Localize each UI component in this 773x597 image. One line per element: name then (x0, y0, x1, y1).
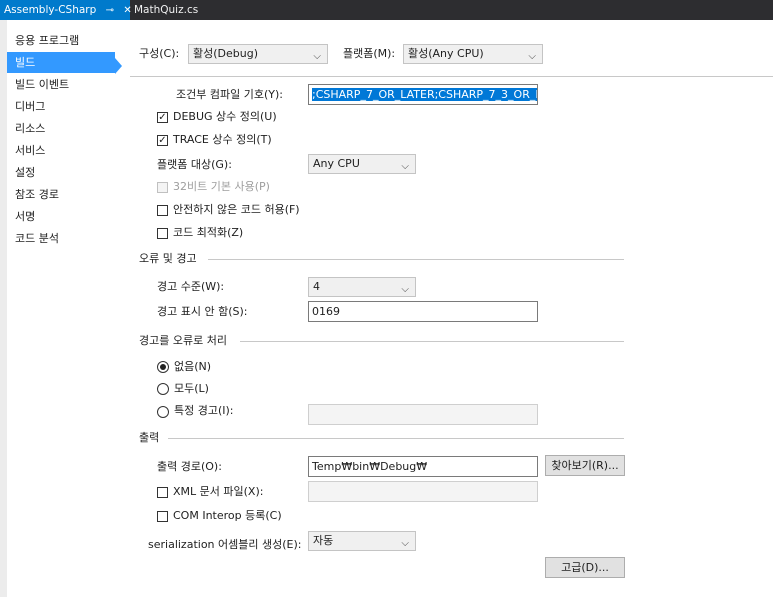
tab-assembly-csharp[interactable]: Assembly-CSharp ⊸ ✕ (0, 0, 132, 20)
tab-label: MathQuiz.cs (134, 4, 199, 16)
nav-item-label: 서비스 (15, 144, 46, 157)
tab-mathquiz[interactable]: MathQuiz.cs (130, 0, 230, 20)
radio-specific[interactable] (157, 406, 169, 418)
platform-value: 활성(Any CPU) (408, 47, 484, 60)
suppress-warnings-value: 0169 (312, 305, 340, 318)
serialization-label: serialization 어셈블리 생성(E): (148, 538, 302, 551)
xml-doc-checkbox[interactable] (157, 487, 168, 498)
errors-divider (208, 259, 624, 260)
nav-item-build[interactable]: 빌드 (7, 52, 115, 73)
nav-item-label: 서명 (15, 210, 36, 223)
platform-dropdown[interactable]: 활성(Any CPU) ⌵ (403, 44, 543, 64)
check-icon: ✓ (158, 112, 167, 123)
platform-target-value: Any CPU (313, 157, 360, 170)
serialization-value: 자동 (313, 534, 334, 547)
prefer32-label: 32비트 기본 사용(P) (173, 180, 270, 193)
optimize-checkbox[interactable] (157, 228, 168, 239)
pin-icon[interactable]: ⊸ (106, 5, 114, 16)
config-label: 구성(C): (139, 47, 180, 60)
config-value: 활성(Debug) (193, 47, 258, 60)
radio-none-label: 없음(N) (174, 360, 212, 373)
advanced-button[interactable]: 고급(D)... (545, 557, 625, 578)
output-path-label: 출력 경로(O): (157, 460, 222, 473)
chevron-down-icon: ⌵ (528, 51, 536, 62)
treat-divider (240, 341, 624, 342)
symbols-value: ;CSHARP_7_OR_LATER;CSHARP_7_3_OR_NEWER (312, 88, 537, 101)
nav-item-label: 코드 분석 (15, 232, 59, 245)
platform-target-label: 플랫폼 대상(G): (157, 158, 232, 171)
nav-item-application[interactable]: 응용 프로그램 (7, 30, 115, 51)
unsafe-label: 안전하지 않은 코드 허용(F) (173, 203, 300, 216)
unsafe-checkbox[interactable] (157, 205, 168, 216)
treat-section-title: 경고를 오류로 처리 (139, 334, 227, 347)
symbols-input[interactable]: ;CSHARP_7_OR_LATER;CSHARP_7_3_OR_NEWER (308, 84, 538, 105)
prefer32-checkbox (157, 182, 168, 193)
nav-item-reference-paths[interactable]: 참조 경로 (7, 184, 115, 205)
nav-item-build-events[interactable]: 빌드 이벤트 (7, 74, 115, 95)
warning-level-label: 경고 수준(W): (157, 280, 225, 293)
advanced-button-label: 고급(D)... (561, 561, 609, 574)
radio-all[interactable] (157, 383, 169, 395)
chevron-down-icon: ⌵ (401, 161, 409, 172)
radio-none[interactable] (157, 361, 169, 373)
nav-item-label: 응용 프로그램 (15, 34, 80, 47)
radio-all-label: 모두(L) (174, 382, 209, 395)
xml-doc-label: XML 문서 파일(X): (173, 485, 264, 498)
radio-dot (160, 364, 166, 370)
nav-item-label: 빌드 (15, 56, 36, 69)
optimize-label: 코드 최적화(Z) (173, 226, 244, 239)
debug-label: DEBUG 상수 정의(U) (173, 110, 277, 123)
config-dropdown[interactable]: 활성(Debug) ⌵ (188, 44, 328, 64)
check-icon: ✓ (158, 135, 167, 146)
suppress-warnings-input[interactable]: 0169 (308, 301, 538, 322)
chevron-down-icon: ⌵ (401, 538, 409, 549)
com-interop-checkbox[interactable] (157, 511, 168, 522)
xml-doc-input (308, 481, 538, 502)
header-divider (130, 76, 773, 77)
debug-checkbox[interactable]: ✓ (157, 112, 168, 123)
browse-button-label: 찾아보기(R)... (551, 459, 619, 472)
warning-level-dropdown[interactable]: 4 ⌵ (308, 277, 416, 297)
nav-item-label: 참조 경로 (15, 188, 59, 201)
nav-item-settings[interactable]: 설정 (7, 162, 115, 183)
trace-checkbox[interactable]: ✓ (157, 135, 168, 146)
selection-arrow-icon (115, 58, 122, 74)
browse-button[interactable]: 찾아보기(R)... (545, 455, 625, 476)
warning-level-value: 4 (313, 280, 320, 293)
suppress-warnings-label: 경고 표시 안 함(S): (157, 305, 248, 318)
nav-item-debug[interactable]: 디버그 (7, 96, 115, 117)
output-path-value: Temp₩bin₩Debug₩ (312, 460, 428, 473)
specific-warnings-input (308, 404, 538, 425)
radio-specific-label: 특정 경고(I): (174, 404, 234, 417)
platform-target-dropdown[interactable]: Any CPU ⌵ (308, 154, 416, 174)
chevron-down-icon: ⌵ (401, 284, 409, 295)
nav-item-label: 디버그 (15, 100, 46, 113)
nav-item-label: 설정 (15, 166, 36, 179)
nav-item-services[interactable]: 서비스 (7, 140, 115, 161)
errors-section-title: 오류 및 경고 (139, 252, 197, 265)
nav-item-signing[interactable]: 서명 (7, 206, 115, 227)
serialization-dropdown[interactable]: 자동 ⌵ (308, 531, 416, 551)
output-divider (168, 438, 624, 439)
nav-item-label: 리소스 (15, 122, 46, 135)
chevron-down-icon: ⌵ (313, 51, 321, 62)
nav-item-code-analysis[interactable]: 코드 분석 (7, 228, 115, 249)
nav-item-label: 빌드 이벤트 (15, 78, 70, 91)
platform-label: 플랫폼(M): (343, 47, 396, 60)
output-path-input[interactable]: Temp₩bin₩Debug₩ (308, 456, 538, 477)
tab-label: Assembly-CSharp (4, 4, 97, 16)
com-interop-label: COM Interop 등록(C) (173, 509, 282, 522)
symbols-label: 조건부 컴파일 기호(Y): (176, 88, 283, 101)
left-gutter (0, 20, 7, 597)
output-section-title: 출력 (139, 431, 160, 444)
trace-label: TRACE 상수 정의(T) (173, 133, 272, 146)
nav-item-resources[interactable]: 리소스 (7, 118, 115, 139)
